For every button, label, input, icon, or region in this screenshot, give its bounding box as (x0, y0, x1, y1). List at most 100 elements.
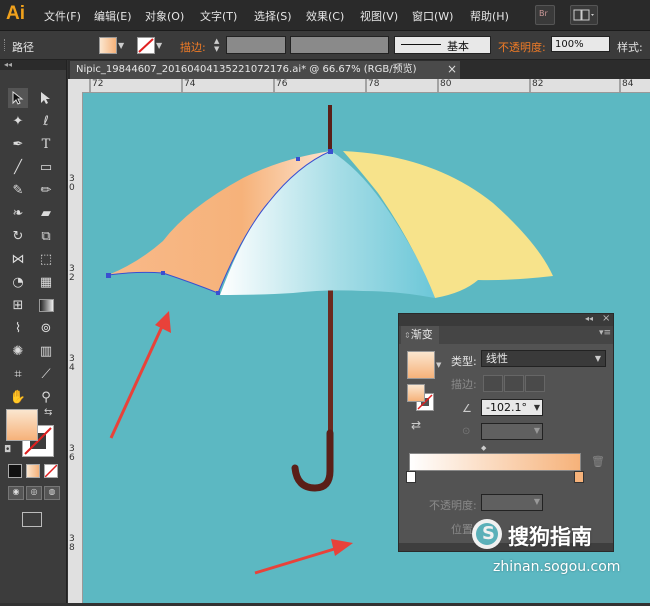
gradient-slider[interactable] (409, 453, 581, 471)
draw-inside-icon[interactable]: ◍ (44, 486, 60, 500)
chevron-down-icon: ▼ (533, 403, 540, 412)
width-tool-icon[interactable]: ⋈ (8, 249, 28, 269)
blob-brush-tool-icon[interactable]: ❧ (8, 203, 28, 223)
column-graph-tool-icon[interactable]: ▥ (36, 341, 56, 361)
magic-wand-tool-icon[interactable]: ✦ (8, 111, 28, 131)
stroke-weight-field[interactable] (226, 36, 286, 54)
selection-tool-icon[interactable] (8, 88, 28, 108)
gradient-stop-left[interactable] (406, 471, 416, 483)
tools-panel: ◂◂ ✦ ℓ ✒ T ╱ ▭ ✎ ✏ ❧ ▰ ↻ ⧉ ⋈ ⬚ ◔ ▦ ⊞ ⌇ ⊚… (0, 60, 67, 603)
gradient-stop-right[interactable] (574, 471, 584, 483)
paintbrush-tool-icon[interactable]: ✎ (8, 180, 28, 200)
screen-mode-icon[interactable] (22, 512, 42, 527)
variable-width-profile[interactable] (290, 36, 389, 54)
document-title: Nipic_19844607_20160404135221072176.ai* … (76, 64, 417, 75)
menu-help[interactable]: 帮助(H) (470, 8, 509, 24)
menu-view[interactable]: 视图(V) (360, 8, 398, 24)
shape-builder-tool-icon[interactable]: ◔ (8, 272, 28, 292)
brush-style-value: 基本 (447, 40, 469, 53)
document-tab[interactable]: Nipic_19844607_20160404135221072176.ai* … (70, 61, 460, 79)
mesh-tool-icon[interactable]: ⊞ (8, 295, 28, 315)
gradient-thumbnail[interactable] (407, 351, 435, 379)
fill-color-box[interactable] (6, 409, 38, 441)
menu-window[interactable]: 窗口(W) (412, 8, 453, 24)
gradient-tool-icon[interactable] (36, 295, 56, 315)
swap-fill-stroke-icon[interactable]: ⇆ (44, 407, 52, 418)
ruler-label: 3 4 (69, 354, 75, 373)
zoom-tool-icon[interactable]: ⚲ (36, 387, 56, 407)
angle-field[interactable]: -102.1° ▼ (481, 399, 543, 416)
artboard-tool-icon[interactable]: ⌗ (8, 364, 28, 384)
close-panel-icon[interactable]: × (602, 313, 610, 324)
watermark-text: 搜狗指南 (508, 525, 592, 549)
arrange-documents-icon[interactable] (570, 5, 598, 25)
free-transform-tool-icon[interactable]: ⬚ (36, 249, 56, 269)
menu-edit[interactable]: 编辑(E) (94, 8, 132, 24)
fill-indicator[interactable] (407, 384, 425, 402)
gradient-type-select[interactable]: 线性 ▼ (481, 350, 606, 367)
draw-normal-icon[interactable]: ◉ (8, 486, 24, 500)
collapse-panel-icon[interactable]: ◂◂ (0, 60, 66, 70)
rotate-tool-icon[interactable]: ↻ (8, 226, 28, 246)
panel-menu-icon[interactable]: ▾≡ (599, 328, 611, 338)
type-tool-icon[interactable]: T (36, 134, 56, 154)
bridge-icon[interactable]: Br (535, 5, 555, 25)
fill-swatch[interactable] (99, 37, 117, 54)
menu-select[interactable]: 选择(S) (254, 8, 292, 24)
scale-tool-icon[interactable]: ⧉ (36, 226, 56, 246)
eyedropper-tool-icon[interactable]: ⌇ (8, 318, 28, 338)
symbol-sprayer-tool-icon[interactable]: ✺ (8, 341, 28, 361)
lasso-tool-icon[interactable]: ℓ (36, 111, 56, 131)
watermark-url: zhinan.sogou.com (493, 559, 621, 575)
opacity-field[interactable]: 100% (551, 36, 610, 52)
grip-icon (4, 39, 7, 51)
menu-type[interactable]: 文字(T) (200, 8, 237, 24)
stop-opacity-field[interactable]: ▼ (481, 494, 543, 511)
menu-effect[interactable]: 效果(C) (306, 8, 344, 24)
stroke-gradient-within-icon[interactable] (483, 375, 503, 392)
chevron-down-icon: ▼ (533, 426, 540, 435)
menu-object[interactable]: 对象(O) (145, 8, 184, 24)
app-logo: Ai (6, 3, 25, 24)
blend-tool-icon[interactable]: ⊚ (36, 318, 56, 338)
default-fill-stroke-icon[interactable]: ◘ (4, 445, 11, 455)
draw-behind-icon[interactable]: ◎ (26, 486, 42, 500)
perspective-grid-tool-icon[interactable]: ▦ (36, 272, 56, 292)
chevron-down-icon[interactable]: ▼ (436, 361, 441, 369)
close-tab-icon[interactable]: × (447, 62, 457, 76)
collapse-panel-icon[interactable]: ◂◂ (585, 314, 593, 323)
stroke-weight-stepper[interactable]: ▲ ▼ (214, 37, 224, 53)
rectangle-tool-icon[interactable]: ▭ (36, 157, 56, 177)
reverse-gradient-icon[interactable]: ⇄ (411, 418, 421, 432)
pencil-tool-icon[interactable]: ✏ (36, 180, 56, 200)
stroke-gradient-along-icon[interactable] (504, 375, 524, 392)
stroke-label[interactable]: 描边: (180, 39, 206, 55)
umbrella-tip (328, 105, 332, 153)
style-label[interactable]: 样式: (617, 39, 643, 55)
midpoint-diamond-icon[interactable]: ◆ (481, 444, 486, 452)
angle-value: -102.1° (486, 401, 527, 414)
hand-tool-icon[interactable]: ✋ (8, 387, 28, 407)
ruler-label: 3 8 (69, 534, 75, 553)
eraser-tool-icon[interactable]: ▰ (36, 203, 56, 223)
opacity-label[interactable]: 不透明度: (498, 39, 546, 55)
line-tool-icon[interactable]: ╱ (8, 157, 28, 177)
none-mode-icon[interactable] (44, 464, 58, 478)
menu-file[interactable]: 文件(F) (44, 8, 81, 24)
aspect-ratio-field[interactable]: ▼ (481, 423, 543, 440)
tab-gradient[interactable]: ⇕渐变 (401, 326, 439, 344)
chevron-down-icon[interactable]: ▼ (118, 41, 124, 50)
ruler-label: 3 6 (69, 444, 75, 463)
chevron-down-icon: ▼ (533, 497, 540, 506)
chevron-down-icon[interactable]: ▼ (156, 41, 162, 50)
gradient-mode-icon[interactable] (26, 464, 40, 478)
color-mode-icon[interactable] (8, 464, 22, 478)
brush-definition-dropdown[interactable]: 基本 (394, 36, 491, 54)
pen-tool-icon[interactable]: ✒ (8, 134, 28, 154)
slice-tool-icon[interactable]: ⟋ (36, 364, 56, 384)
delete-stop-icon[interactable]: 🗑 (591, 455, 605, 468)
umbrella-shaft (328, 283, 333, 445)
stroke-gradient-across-icon[interactable] (525, 375, 545, 392)
direct-selection-tool-icon[interactable] (36, 88, 56, 108)
stroke-swatch[interactable] (137, 37, 155, 54)
